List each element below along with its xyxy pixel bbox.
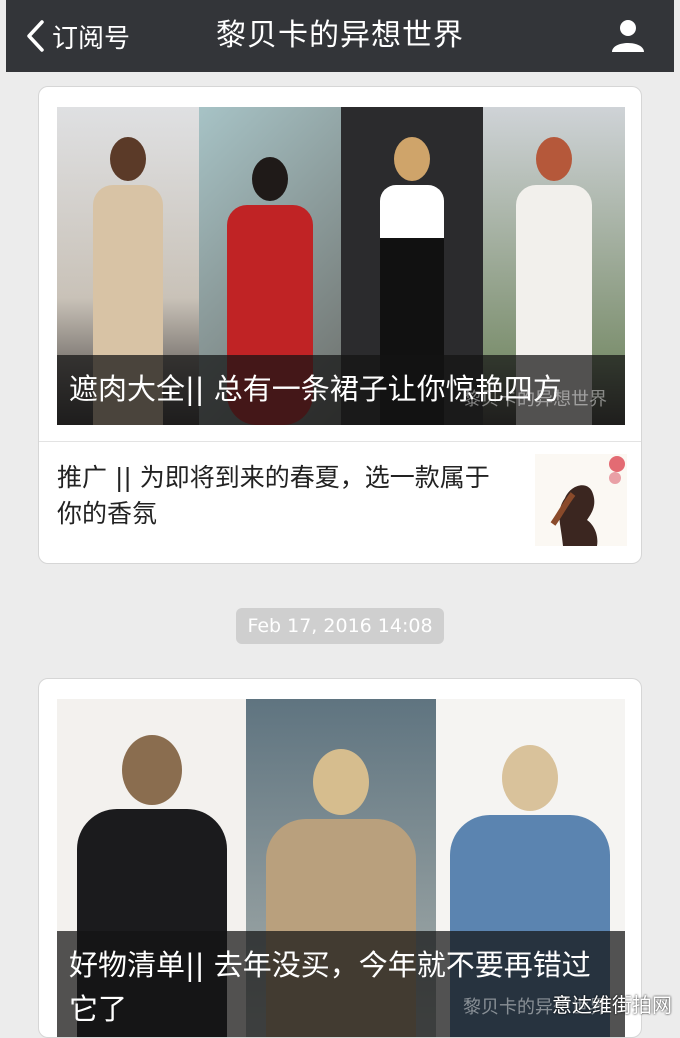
article-card: 好物清单|| 去年没买，今年就不要再错过它了 黎贝卡的异想世界 <box>38 678 642 1038</box>
site-watermark: 意达维街拍网 <box>552 989 672 1018</box>
page-title: 黎贝卡的异想世界 <box>6 14 674 58</box>
user-profile-button[interactable] <box>608 16 648 56</box>
silhouette-image <box>535 454 627 546</box>
article-cover[interactable]: 遮肉大全|| 总有一条裙子让你惊艳四方 黎贝卡的异想世界 <box>57 107 625 425</box>
person-icon <box>608 16 648 56</box>
sub-article-title: 推广 || 为即将到来的春夏，选一款属于你的香氛 <box>57 460 507 532</box>
sub-article-thumbnail <box>535 454 627 546</box>
article-cover[interactable]: 好物清单|| 去年没买，今年就不要再错过它了 黎贝卡的异想世界 <box>57 699 625 1038</box>
sub-article-item[interactable]: 推广 || 为即将到来的春夏，选一款属于你的香氛 <box>39 442 641 564</box>
article-card: 遮肉大全|| 总有一条裙子让你惊艳四方 黎贝卡的异想世界 推广 || 为即将到来… <box>38 86 642 564</box>
timestamp-badge: Feb 17, 2016 14:08 <box>236 608 444 644</box>
cover-watermark: 黎贝卡的异想世界 <box>463 389 607 411</box>
top-nav-bar: 订阅号 黎贝卡的异想世界 <box>6 0 674 72</box>
cover-title: 好物清单|| 去年没买，今年就不要再错过它了 <box>57 931 625 1038</box>
